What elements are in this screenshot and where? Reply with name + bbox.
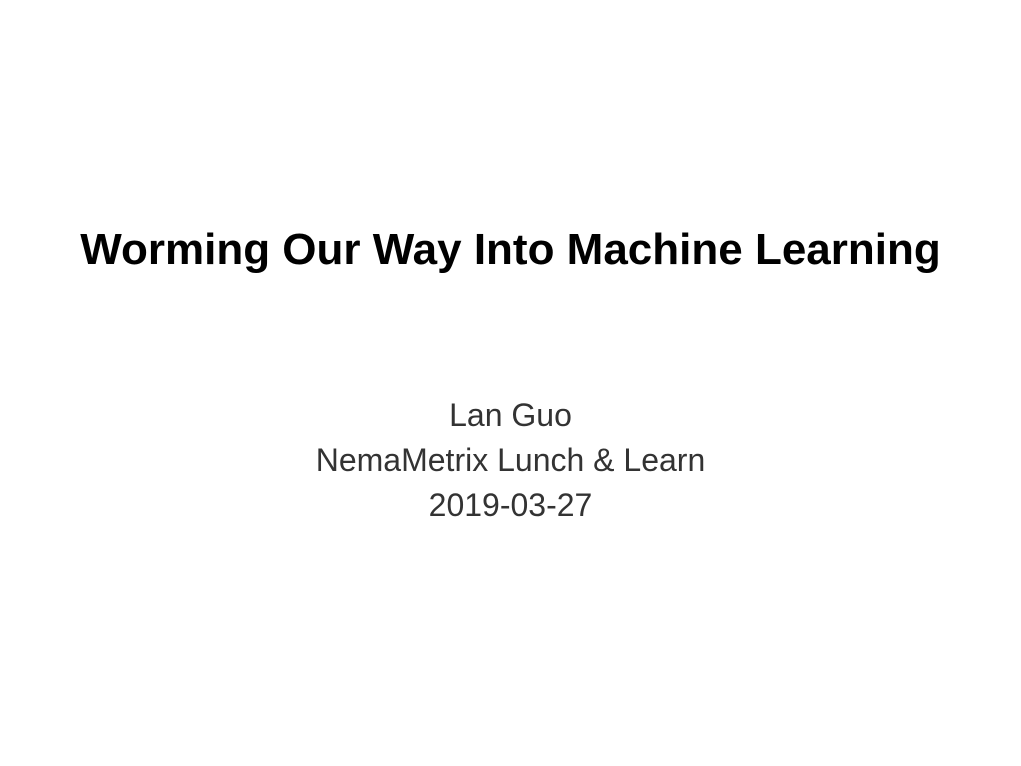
presentation-date: 2019-03-27: [428, 487, 593, 523]
presenter-name: Lan Guo: [449, 397, 572, 433]
slide-title: Worming Our Way Into Machine Learning: [80, 225, 941, 274]
title-slide: Worming Our Way Into Machine Learning La…: [0, 0, 1021, 766]
slide-subtitle: Lan Guo NemaMetrix Lunch & Learn 2019-03…: [0, 393, 1021, 528]
event-name: NemaMetrix Lunch & Learn: [315, 442, 706, 478]
